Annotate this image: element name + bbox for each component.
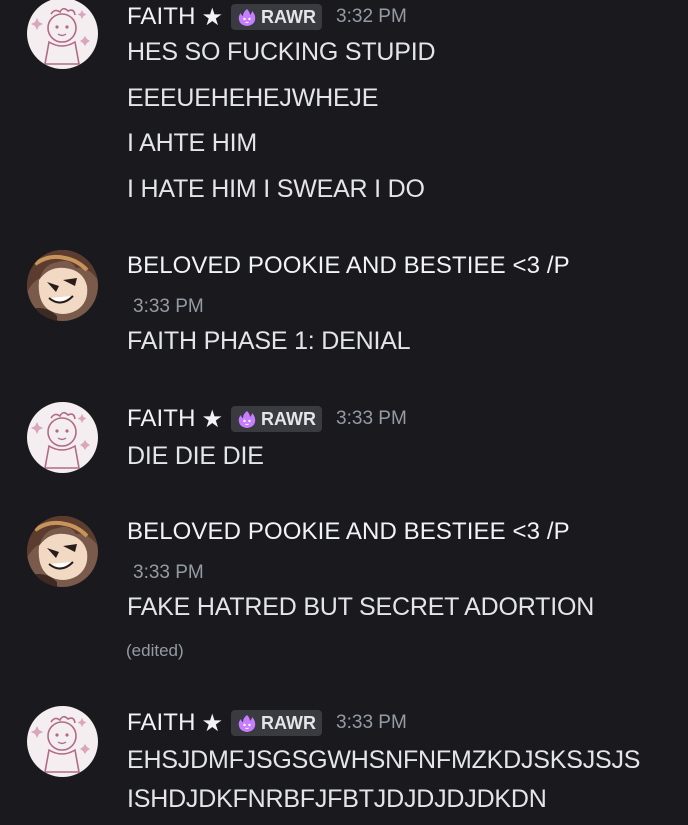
- purple-flame-cat-icon: [237, 7, 257, 27]
- guild-tag-label: RAWR: [261, 712, 317, 733]
- timestamp[interactable]: 3:32 PM: [336, 6, 407, 28]
- pookie-avatar-icon[interactable]: [27, 516, 98, 587]
- message-header: FAITH ★ RAWR 3:33 PM: [127, 402, 407, 436]
- guild-tag[interactable]: RAWR: [231, 406, 323, 432]
- message-line: DIE DIE DIE: [127, 442, 264, 470]
- message-header: FAITH ★ RAWR 3:33 PM: [127, 706, 407, 740]
- edited-label: (edited): [126, 641, 184, 660]
- message-line: EEEUEHEHEJWHEJE: [127, 84, 379, 112]
- message-header: BELOVED POOKIE AND BESTIEE <3 /P: [127, 515, 570, 549]
- pookie-avatar-icon[interactable]: [27, 250, 98, 321]
- star-icon: ★: [201, 709, 224, 737]
- message-header: BELOVED POOKIE AND BESTIEE <3 /P: [127, 249, 570, 283]
- faith-avatar-icon[interactable]: [27, 706, 98, 777]
- star-icon: ★: [201, 405, 224, 433]
- message-group: FAITH ★ RAWR 3:32 PM HES SO FUCKING STUP…: [0, 0, 688, 230]
- message-group: BELOVED POOKIE AND BESTIEE <3 /P 3:33 PM…: [0, 248, 688, 368]
- purple-flame-cat-icon: [237, 713, 257, 733]
- guild-tag-label: RAWR: [261, 408, 317, 429]
- author-name[interactable]: FAITH: [127, 405, 196, 433]
- author-name[interactable]: BELOVED POOKIE AND BESTIEE <3 /P: [127, 518, 570, 546]
- message-line: ISHDJDKFNRBFJFBTJDJDJDJDKDN: [127, 785, 547, 813]
- faith-avatar-icon[interactable]: [27, 402, 98, 473]
- guild-tag[interactable]: RAWR: [231, 4, 323, 30]
- timestamp[interactable]: 3:33 PM: [336, 712, 407, 734]
- message-line: EHSJDMFJSGSGWHSNFNFMZKDJSKSJSJS: [127, 746, 641, 774]
- author-name[interactable]: FAITH: [127, 709, 196, 737]
- faith-avatar-icon[interactable]: [27, 0, 98, 69]
- message-group: FAITH ★ RAWR 3:33 PM DIE DIE DIE: [0, 402, 688, 482]
- author-name[interactable]: FAITH: [127, 3, 196, 31]
- message-group: FAITH ★ RAWR 3:33 PM EHSJDMFJSGSGWHSNFNF…: [0, 706, 688, 825]
- author-name[interactable]: BELOVED POOKIE AND BESTIEE <3 /P: [127, 252, 570, 280]
- purple-flame-cat-icon: [237, 409, 257, 429]
- guild-tag[interactable]: RAWR: [231, 710, 323, 736]
- message-group: BELOVED POOKIE AND BESTIEE <3 /P 3:33 PM…: [0, 514, 688, 674]
- message-line: FAKE HATRED BUT SECRET ADORTION: [127, 593, 595, 621]
- timestamp[interactable]: 3:33 PM: [133, 562, 204, 584]
- message-header: FAITH ★ RAWR 3:32 PM: [127, 0, 407, 34]
- star-icon: ★: [201, 3, 224, 31]
- message-line: I HATE HIM I SWEAR I DO: [127, 175, 425, 203]
- timestamp[interactable]: 3:33 PM: [336, 408, 407, 430]
- message-line: HES SO FUCKING STUPID: [127, 38, 436, 66]
- message-line: I AHTE HIM: [127, 129, 257, 157]
- timestamp[interactable]: 3:33 PM: [133, 296, 204, 318]
- guild-tag-label: RAWR: [261, 6, 317, 27]
- message-line: FAITH PHASE 1: DENIAL: [127, 327, 411, 355]
